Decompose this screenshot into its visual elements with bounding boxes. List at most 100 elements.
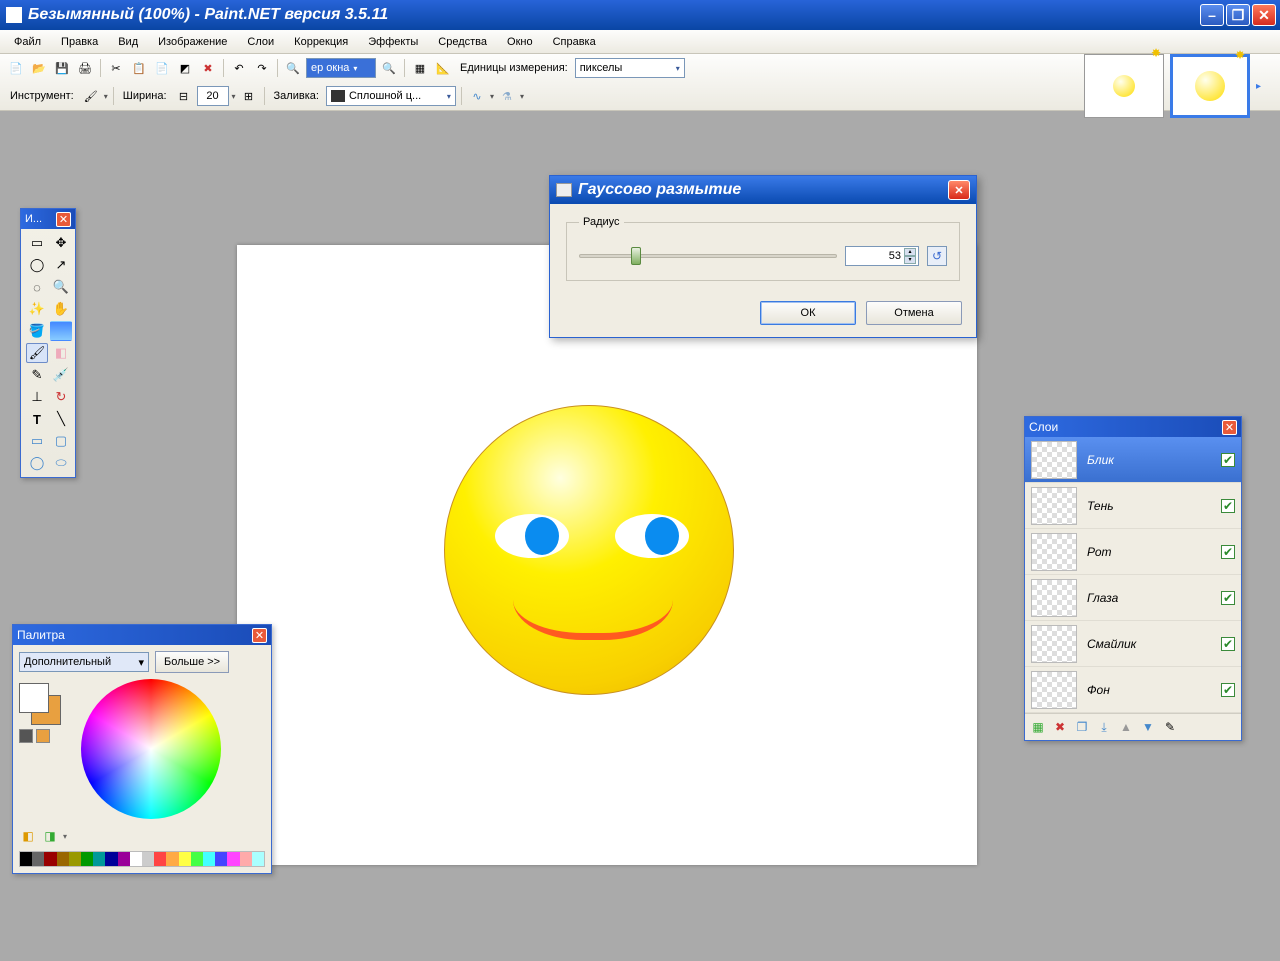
palette-row[interactable] (19, 851, 265, 867)
picker-tool[interactable]: 💉 (50, 365, 72, 385)
palette-swatch[interactable] (32, 852, 44, 866)
current-tool-icon[interactable]: 🖌 (81, 86, 101, 106)
palette-mode-dropdown[interactable]: Дополнительный ▾ (19, 652, 149, 672)
move-up-button[interactable]: ▲ (1117, 718, 1135, 736)
copy-button[interactable]: 📋 (129, 58, 149, 78)
palette-swatch[interactable] (118, 852, 130, 866)
units-dropdown[interactable]: пикселы ▾ (575, 58, 685, 78)
palette-swatch[interactable] (81, 852, 93, 866)
zoom-tool[interactable]: 🔍 (50, 277, 72, 297)
ruler-button[interactable]: 📐 (433, 58, 453, 78)
palette-swatch[interactable] (191, 852, 203, 866)
palette-swatch[interactable] (93, 852, 105, 866)
move-selection-tool[interactable]: ↗ (50, 255, 72, 275)
clone-tool[interactable]: ⊥ (26, 387, 48, 407)
brush-tool[interactable]: 🖌 (26, 343, 48, 363)
layers-panel-title[interactable]: Слои ✕ (1025, 417, 1241, 437)
reset-button[interactable]: ↺ (927, 246, 947, 266)
layer-row[interactable]: Фон ✔ (1025, 667, 1241, 713)
menu-файл[interactable]: Файл (4, 33, 51, 51)
layer-props-button[interactable]: ✎ (1161, 718, 1179, 736)
rrect-tool[interactable]: ▢ (50, 431, 72, 451)
canvas[interactable] (237, 245, 977, 865)
layer-visibility-checkbox[interactable]: ✔ (1221, 453, 1235, 467)
slider-thumb[interactable] (631, 247, 641, 265)
palette-swatch[interactable] (252, 852, 264, 866)
dialog-close-button[interactable]: ✕ (948, 180, 970, 200)
zoom-dropdown[interactable]: ер окна ▾ (306, 58, 376, 78)
paste-button[interactable]: 📄 (152, 58, 172, 78)
thumb-menu[interactable]: ▸ (1256, 81, 1266, 91)
width-decrease[interactable]: ⊟ (174, 86, 194, 106)
layer-row[interactable]: Глаза ✔ (1025, 575, 1241, 621)
palette-swatch[interactable] (179, 852, 191, 866)
palette-swatch[interactable] (130, 852, 142, 866)
rect-select-tool[interactable]: ▭ (26, 233, 48, 253)
layer-visibility-checkbox[interactable]: ✔ (1221, 683, 1235, 697)
palette-swatch[interactable] (154, 852, 166, 866)
layer-row[interactable]: Смайлик ✔ (1025, 621, 1241, 667)
merge-layer-button[interactable]: ⤓ (1095, 718, 1113, 736)
minimize-button[interactable]: – (1200, 4, 1224, 26)
palette-more-button[interactable]: Больше >> (155, 651, 229, 673)
gradient-tool[interactable] (50, 321, 72, 341)
pencil-tool[interactable]: ✎ (26, 365, 48, 385)
palette-swatch[interactable] (166, 852, 178, 866)
layer-row[interactable]: Рот ✔ (1025, 529, 1241, 575)
freeform-tool[interactable]: ⬭ (50, 453, 72, 473)
palette-swatch[interactable] (215, 852, 227, 866)
crop-button[interactable]: ◩ (175, 58, 195, 78)
menu-справка[interactable]: Справка (543, 33, 606, 51)
rect-tool[interactable]: ▭ (26, 431, 48, 451)
menu-средства[interactable]: Средства (428, 33, 497, 51)
palette-swatch[interactable] (44, 852, 56, 866)
alt-swatch[interactable] (36, 729, 50, 743)
palette-swatch[interactable] (20, 852, 32, 866)
menu-правка[interactable]: Правка (51, 33, 108, 51)
layer-visibility-checkbox[interactable]: ✔ (1221, 499, 1235, 513)
zoom-out-icon[interactable]: 🔍 (283, 58, 303, 78)
open-button[interactable]: 📂 (29, 58, 49, 78)
fill-dropdown[interactable]: Сплошной ц... ▾ (326, 86, 456, 106)
radius-input[interactable]: 53 ▴ ▾ (845, 246, 919, 266)
antialias-button[interactable]: ∿ (467, 86, 487, 106)
color-wheel[interactable] (81, 679, 221, 819)
palette-swatch[interactable] (203, 852, 215, 866)
move-tool[interactable]: ✥ (50, 233, 72, 253)
wand-tool[interactable]: ✨ (26, 299, 48, 319)
tools-panel-close[interactable]: ✕ (56, 212, 71, 227)
layer-visibility-checkbox[interactable]: ✔ (1221, 545, 1235, 559)
ok-button[interactable]: ОК (760, 301, 856, 325)
save-button[interactable]: 💾 (52, 58, 72, 78)
blend-button[interactable]: ⚗ (497, 86, 517, 106)
menu-эффекты[interactable]: Эффекты (358, 33, 428, 51)
layer-visibility-checkbox[interactable]: ✔ (1221, 637, 1235, 651)
width-input[interactable]: 20 (197, 86, 229, 106)
menu-окно[interactable]: Окно (497, 33, 543, 51)
menu-изображение[interactable]: Изображение (148, 33, 237, 51)
ellipse-tool[interactable]: ◯ (26, 453, 48, 473)
palette-swatch[interactable] (240, 852, 252, 866)
ellipse-select-tool[interactable]: ◌ (26, 277, 48, 297)
maximize-button[interactable]: ❐ (1226, 4, 1250, 26)
palette-manage-icon[interactable]: ◨ (41, 827, 59, 845)
palette-swatch[interactable] (69, 852, 81, 866)
cancel-button[interactable]: Отмена (866, 301, 962, 325)
line-tool[interactable]: ╲ (50, 409, 72, 429)
lasso-tool[interactable]: ◯ (26, 255, 48, 275)
menu-коррекция[interactable]: Коррекция (284, 33, 358, 51)
delete-layer-button[interactable]: ✖ (1051, 718, 1069, 736)
palette-panel-title[interactable]: Палитра ✕ (13, 625, 271, 645)
bw-swatch[interactable] (19, 729, 33, 743)
move-down-button[interactable]: ▼ (1139, 718, 1157, 736)
zoom-in-icon[interactable]: 🔍 (379, 58, 399, 78)
duplicate-layer-button[interactable]: ❐ (1073, 718, 1091, 736)
document-thumb-2[interactable]: ✸ (1170, 54, 1250, 118)
document-thumb-1[interactable]: ✸ (1084, 54, 1164, 118)
palette-swatch[interactable] (142, 852, 154, 866)
dialog-titlebar[interactable]: Гауссово размытие ✕ (550, 176, 976, 204)
palette-swatch[interactable] (105, 852, 117, 866)
new-button[interactable]: 📄 (6, 58, 26, 78)
width-increase[interactable]: ⊞ (239, 86, 259, 106)
spin-up[interactable]: ▴ (904, 248, 916, 256)
